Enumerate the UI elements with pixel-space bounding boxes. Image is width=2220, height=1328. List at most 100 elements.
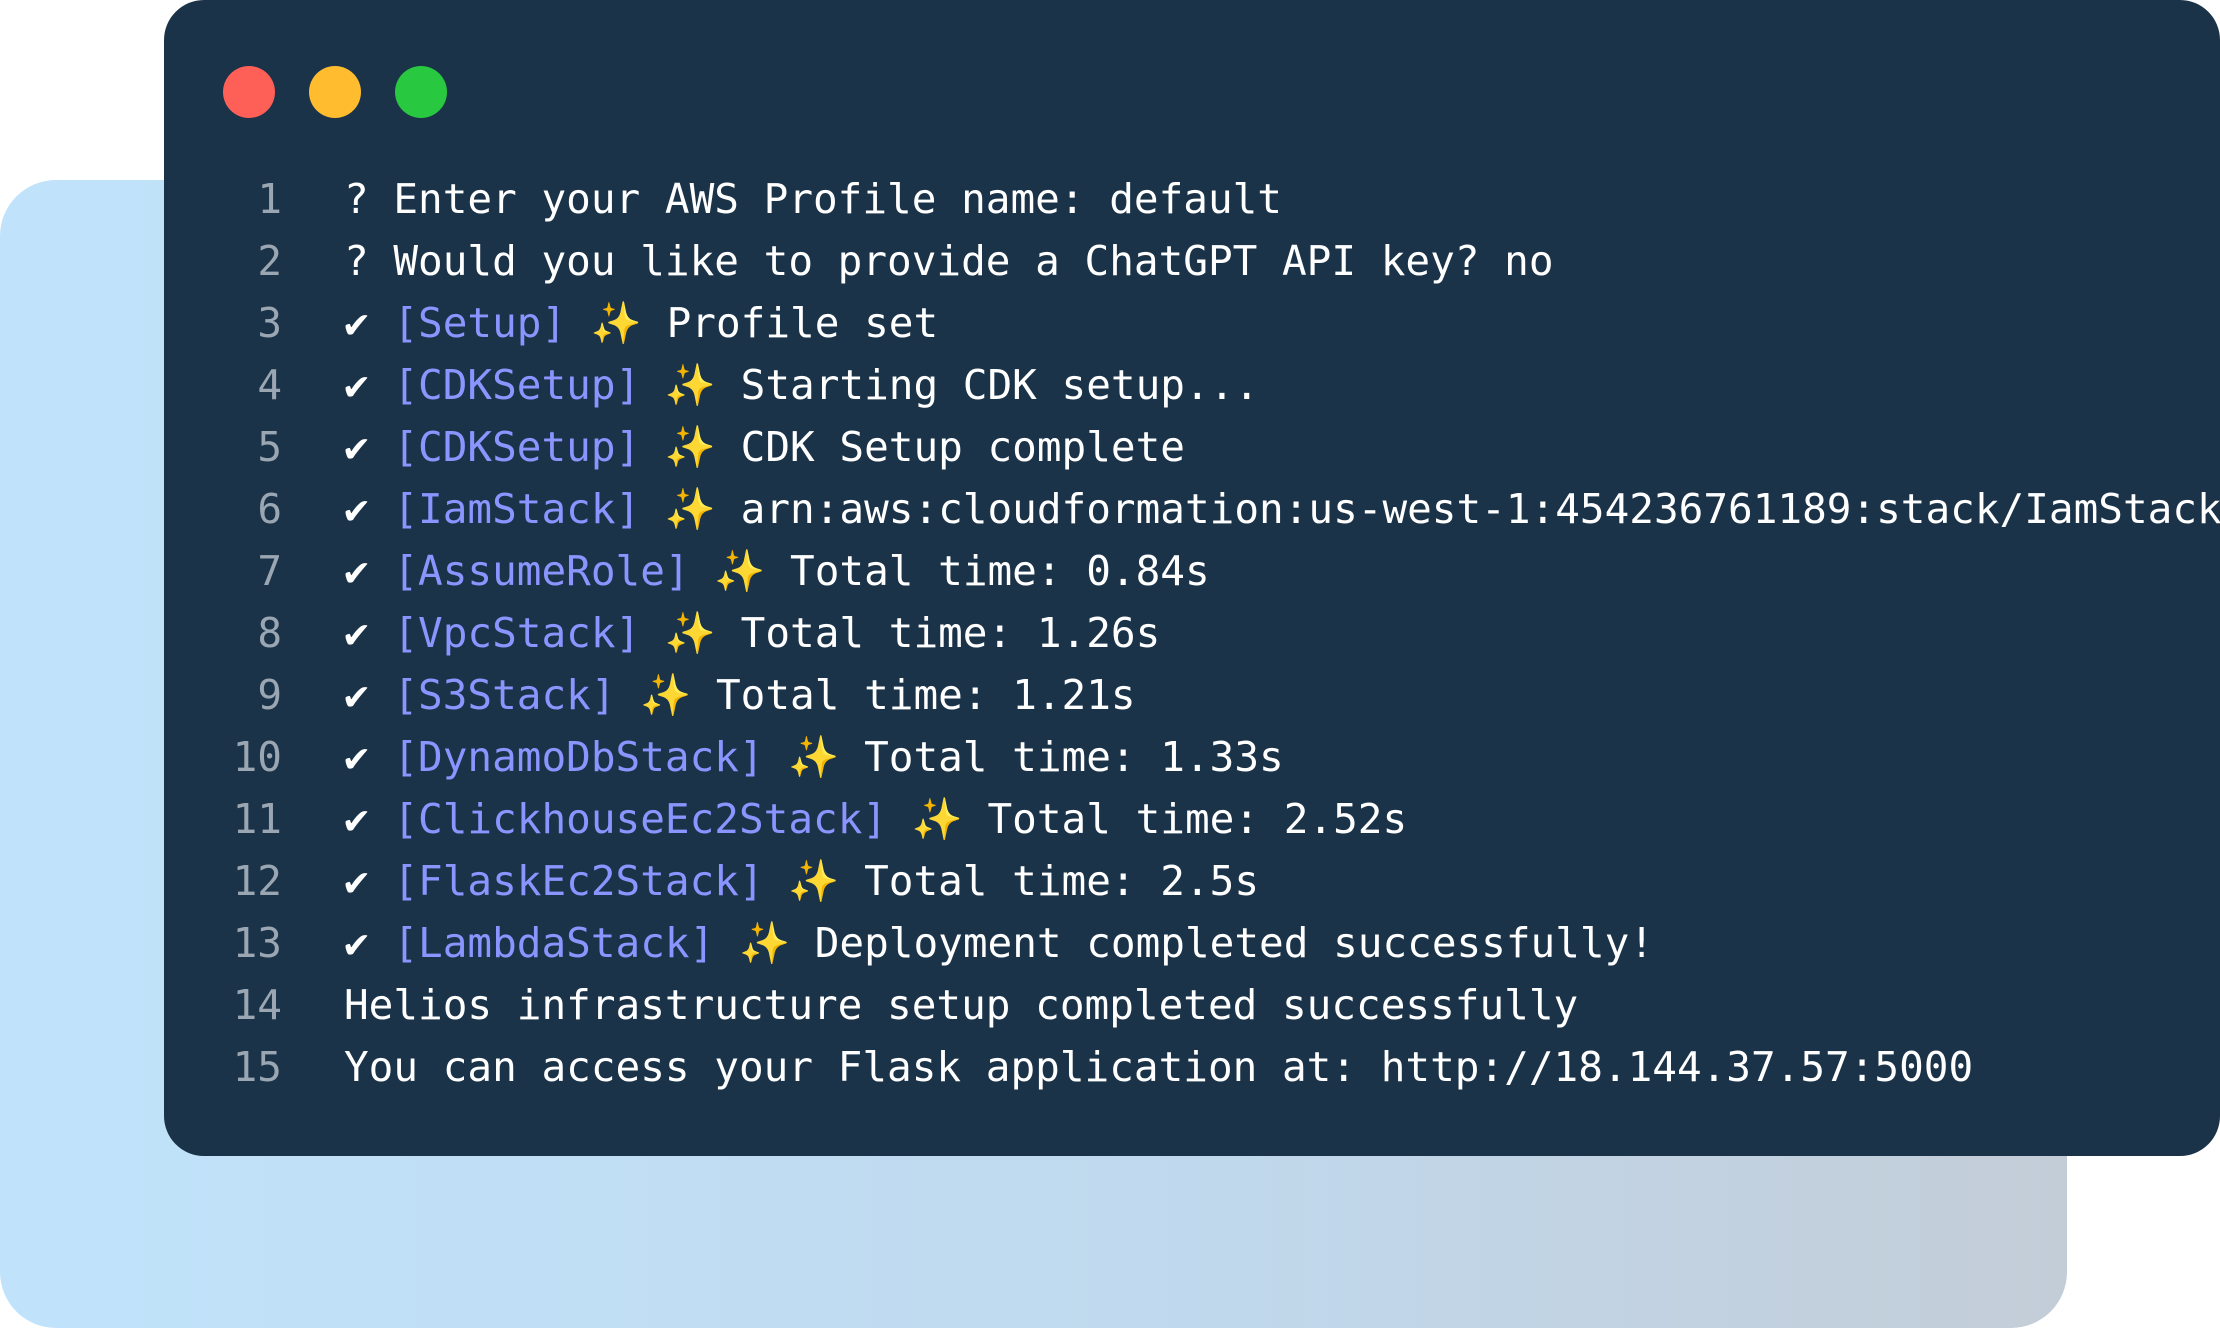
line-content: ✔ [CDKSetup] ✨ Starting CDK setup... (344, 354, 1259, 416)
sparkles-icon: ✨ (590, 299, 642, 347)
stack-tag: [ClickhouseEc2Stack] (393, 795, 888, 843)
line-text: ? Enter your AWS Profile name: default (344, 175, 1282, 223)
sparkles-icon: ✨ (714, 547, 766, 595)
terminal-line: 2 ? Would you like to provide a ChatGPT A… (164, 230, 2220, 292)
line-text: You can access your Flask application at… (344, 1043, 1974, 1091)
minimize-window-button[interactable] (309, 66, 361, 118)
line-content: ✔ [DynamoDbStack] ✨ Total time: 1.33s (344, 726, 1284, 788)
line-number: 3 (257, 299, 282, 347)
sparkles-icon: ✨ (788, 733, 840, 781)
line-text: ✔ (344, 919, 394, 967)
stack-tag: [Setup] (393, 299, 567, 347)
line-content: ✔ [CDKSetup] ✨ CDK Setup complete (344, 416, 1185, 478)
terminal-line: 7 ✔ [AssumeRole] ✨ Total time: 0.84s (164, 540, 2220, 602)
line-content: ✔ [VpcStack] ✨ Total time: 1.26s (344, 602, 1160, 664)
line-content: ✔ [LambdaStack] ✨ Deployment completed s… (344, 912, 1654, 974)
line-message: Total time: 0.84s (765, 547, 1210, 595)
line-message: Total time: 2.5s (839, 857, 1260, 905)
stack-tag: [DynamoDbStack] (393, 733, 764, 781)
line-content: ✔ [AssumeRole] ✨ Total time: 0.84s (344, 540, 1210, 602)
line-message: arn:aws:cloudformation:us-west-1:4542367… (715, 485, 2220, 533)
line-number: 1 (257, 175, 282, 223)
sparkles-icon: ✨ (640, 671, 692, 719)
sparkles-icon: ✨ (664, 361, 716, 409)
line-number: 9 (257, 671, 282, 719)
line-text: ✔ (344, 423, 394, 471)
line-number: 8 (257, 609, 282, 657)
zoom-window-button[interactable] (395, 66, 447, 118)
line-text: ✔ (344, 733, 394, 781)
line-number: 10 (232, 733, 282, 781)
line-content: ? Would you like to provide a ChatGPT AP… (344, 230, 1554, 292)
sparkles-icon: ✨ (911, 795, 963, 843)
terminal-line: 9 ✔ [S3Stack] ✨ Total time: 1.21s (164, 664, 2220, 726)
terminal-line: 14 Helios infrastructure setup completed … (164, 974, 2220, 1036)
terminal-output: 1 ? Enter your AWS Profile name: default 2… (164, 168, 2220, 1098)
line-text: ✔ (344, 485, 394, 533)
stack-tag: [CDKSetup] (393, 361, 641, 409)
terminal-line: 8 ✔ [VpcStack] ✨ Total time: 1.26s (164, 602, 2220, 664)
line-number: 13 (232, 919, 282, 967)
line-message: Total time: 1.26s (715, 609, 1161, 657)
terminal-window: 1 ? Enter your AWS Profile name: default 2… (164, 0, 2220, 1156)
stack-tag: [S3Stack] (393, 671, 616, 719)
sparkles-icon: ✨ (664, 485, 716, 533)
terminal-line: 4 ✔ [CDKSetup] ✨ Starting CDK setup... (164, 354, 2220, 416)
line-text: ✔ (344, 671, 394, 719)
stack-tag: [IamStack] (393, 485, 641, 533)
line-text: ✔ (344, 857, 394, 905)
line-text: ✔ (344, 299, 394, 347)
line-number: 4 (257, 361, 282, 409)
line-number: 14 (232, 981, 282, 1029)
terminal-line: 5 ✔ [CDKSetup] ✨ CDK Setup complete (164, 416, 2220, 478)
terminal-line: 1 ? Enter your AWS Profile name: default (164, 168, 2220, 230)
stack-tag: [CDKSetup] (393, 423, 641, 471)
line-text: ✔ (344, 795, 394, 843)
terminal-line: 11 ✔ [ClickhouseEc2Stack] ✨ Total time: 2… (164, 788, 2220, 850)
line-text: ? Would you like to provide a ChatGPT AP… (344, 237, 1554, 285)
line-text: ✔ (344, 361, 394, 409)
line-message: Total time: 2.52s (962, 795, 1408, 843)
stack-tag: [VpcStack] (393, 609, 641, 657)
terminal-line: 15 You can access your Flask application … (164, 1036, 2220, 1098)
line-number: 2 (257, 237, 282, 285)
terminal-line: 10 ✔ [DynamoDbStack] ✨ Total time: 1.33s (164, 726, 2220, 788)
line-number: 6 (257, 485, 282, 533)
line-number: 7 (257, 547, 282, 595)
line-number: 11 (232, 795, 282, 843)
terminal-line: 3 ✔ [Setup] ✨ Profile set (164, 292, 2220, 354)
line-message: Starting CDK setup... (715, 361, 1260, 409)
line-content: ? Enter your AWS Profile name: default (344, 168, 1282, 230)
line-content: ✔ [IamStack] ✨ arn:aws:cloudformation:us… (344, 478, 2220, 540)
line-number: 12 (232, 857, 282, 905)
line-content: ✔ [S3Stack] ✨ Total time: 1.21s (344, 664, 1136, 726)
line-number: 5 (257, 423, 282, 471)
line-content: You can access your Flask application at… (344, 1036, 1973, 1098)
line-message: Total time: 1.21s (691, 671, 1136, 719)
line-message: Total time: 1.33s (839, 733, 1284, 781)
close-window-button[interactable] (223, 66, 275, 118)
line-text: ✔ (344, 609, 394, 657)
sparkles-icon: ✨ (664, 609, 716, 657)
stack-tag: [AssumeRole] (393, 547, 690, 595)
line-content: Helios infrastructure setup completed su… (344, 974, 1578, 1036)
terminal-line: 13 ✔ [LambdaStack] ✨ Deployment completed… (164, 912, 2220, 974)
line-number: 15 (232, 1043, 282, 1091)
line-message: CDK Setup complete (715, 423, 1185, 471)
line-content: ✔ [Setup] ✨ Profile set (344, 292, 938, 354)
terminal-line: 12 ✔ [FlaskEc2Stack] ✨ Total time: 2.5s (164, 850, 2220, 912)
line-text: Helios infrastructure setup completed su… (344, 981, 1579, 1029)
line-message: Profile set (641, 299, 939, 347)
line-text: ✔ (344, 547, 394, 595)
